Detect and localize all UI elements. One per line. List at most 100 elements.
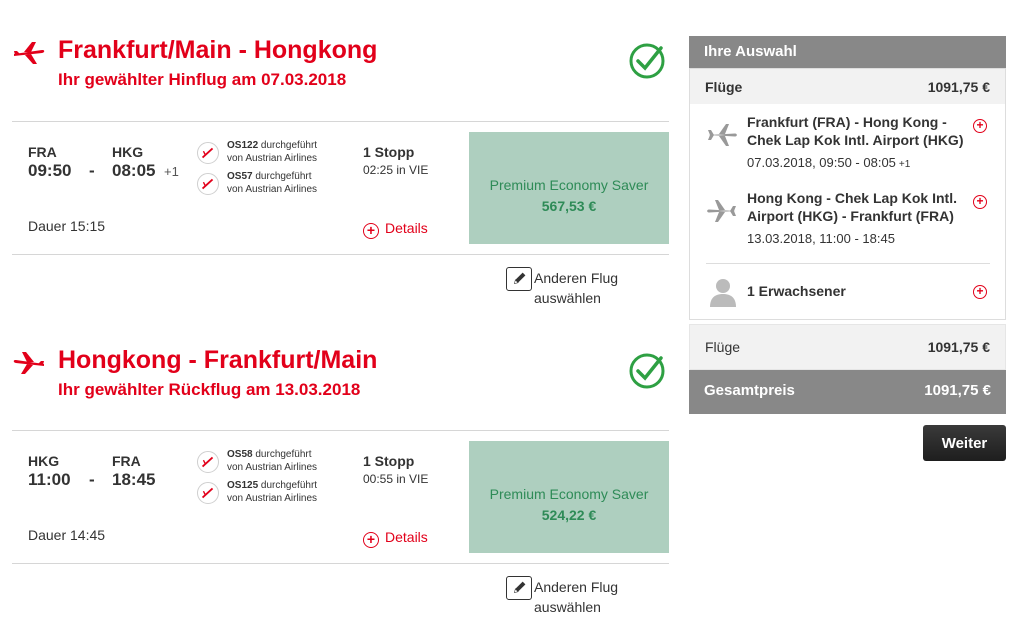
next-day-indicator: +1	[898, 159, 911, 170]
austrian-airlines-logo-icon	[197, 482, 219, 504]
sidebar-date-text: 07.03.2018, 09:50 - 08:05	[747, 155, 896, 170]
arrival-time: 08:05	[112, 161, 156, 180]
flight-number: OS122	[227, 140, 259, 151]
sidebar-route: Hong Kong - Chek Lap Kok Intl. Airport (…	[747, 190, 957, 224]
segment-operated-label: durchgeführt	[260, 480, 318, 491]
flights-label: Flüge	[705, 79, 743, 95]
fare-name: Premium Economy Saver	[489, 486, 649, 502]
flight-segment: OS57 durchgeführt von Austrian Airlines	[197, 171, 357, 197]
inbound-route-title: Hongkong - Frankfurt/Main	[58, 346, 378, 374]
expand-plus-icon[interactable]: +	[973, 285, 987, 299]
outbound-flight-block: Frankfurt/Main - Hongkong Ihr gewählter …	[0, 30, 680, 306]
fare-option-selected[interactable]: Premium Economy Saver 567,53 €	[469, 132, 669, 244]
checkmark-circle-icon	[629, 353, 665, 389]
arrival-time: 18:45	[112, 470, 156, 489]
outbound-route-subtitle: Ihr gewählter Hinflug am 07.03.2018	[58, 70, 347, 89]
summary-row: Flüge 1091,75 €	[689, 324, 1006, 370]
summary-price: 1091,75 €	[927, 339, 990, 355]
fare-price: 567,53 €	[541, 198, 597, 214]
sidebar-header: Ihre Auswahl	[689, 36, 1006, 68]
arrival-code: FRA	[112, 453, 141, 469]
inbound-route-subtitle: Ihr gewählter Rückflug am 13.03.2018	[58, 380, 361, 399]
sidebar-date: 07.03.2018, 09:50 - 08:05 +1	[747, 155, 910, 170]
arrival-code: HKG	[112, 144, 144, 160]
segment-operated-label: durchgeführt	[260, 140, 318, 151]
outbound-flight-row: FRA HKG 09:50 - 08:05 +1 Dauer 15:15 OS1…	[12, 121, 669, 255]
sidebar-segment-outbound: Frankfurt (FRA) - Hong Kong - Chek Lap K…	[690, 111, 1005, 181]
plus-circle-icon: +	[363, 223, 379, 239]
inbound-header: Hongkong - Frankfurt/Main Ihr gewählter …	[0, 340, 680, 430]
segment-operated-by: OS122 durchgeführt	[227, 140, 317, 151]
austrian-airlines-logo-icon	[197, 173, 219, 195]
departure-time: 09:50	[28, 161, 72, 180]
passenger-count: 1 Erwachsener	[747, 283, 846, 299]
flight-duration: Dauer 15:15	[28, 218, 106, 234]
departure-code: FRA	[28, 144, 57, 160]
flights-subtotal-row: Flüge 1091,75 €	[690, 69, 1005, 104]
segment-operated-label: durchgeführt	[255, 449, 312, 460]
person-icon	[710, 279, 736, 307]
inbound-flight-block: Hongkong - Frankfurt/Main Ihr gewählter …	[0, 340, 680, 615]
inbound-flight-row: HKG FRA 11:00 - 18:45 Dauer 14:45 OS58 d…	[12, 430, 669, 564]
flight-number: OS125	[227, 480, 259, 491]
segment-operated-by: OS58 durchgeführt	[227, 449, 312, 460]
segment-carrier: von Austrian Airlines	[227, 153, 318, 164]
plane-landing-icon	[13, 352, 44, 374]
fare-option-selected[interactable]: Premium Economy Saver 524,22 €	[469, 441, 669, 553]
stops-count: 1 Stopp	[363, 144, 415, 160]
change-flight-button[interactable]: Anderen Flug auswählen	[506, 266, 656, 306]
time-separator: -	[89, 470, 95, 489]
segment-carrier: von Austrian Airlines	[227, 493, 318, 504]
flight-segment: OS122 durchgeführt von Austrian Airlines	[197, 140, 357, 166]
segment-carrier: von Austrian Airlines	[227, 462, 318, 473]
total-label: Gesamtpreis	[704, 382, 795, 399]
segment-operated-by: OS125 durchgeführt	[227, 480, 317, 491]
fare-name: Premium Economy Saver	[489, 177, 649, 193]
sidebar-segment-inbound: Hong Kong - Chek Lap Kok Intl. Airport (…	[690, 187, 1005, 257]
austrian-airlines-logo-icon	[197, 451, 219, 473]
stops-count: 1 Stopp	[363, 453, 415, 469]
sidebar-date: 13.03.2018, 11:00 - 18:45	[747, 231, 895, 246]
flight-duration: Dauer 14:45	[28, 527, 106, 543]
austrian-airlines-logo-icon	[197, 142, 219, 164]
expand-plus-icon[interactable]: +	[973, 195, 987, 209]
total-row: Gesamtpreis 1091,75 €	[689, 370, 1006, 414]
details-label: Details	[385, 220, 428, 236]
time-separator: -	[89, 161, 95, 180]
plane-takeoff-icon	[14, 42, 45, 64]
change-flight-label: Anderen Flug auswählen	[534, 579, 619, 615]
next-button[interactable]: Weiter	[923, 425, 1006, 461]
expand-plus-icon[interactable]: +	[973, 119, 987, 133]
flights-price: 1091,75 €	[927, 79, 990, 95]
segment-carrier: von Austrian Airlines	[227, 184, 318, 195]
departure-code: HKG	[28, 453, 60, 469]
flight-selection-main: Frankfurt/Main - Hongkong Ihr gewählter …	[0, 0, 680, 620]
sidebar-route: Frankfurt (FRA) - Hong Kong - Chek Lap K…	[747, 114, 964, 148]
divider	[706, 263, 990, 264]
summary-label: Flüge	[705, 339, 741, 355]
flight-segment: OS58 durchgeführt von Austrian Airlines	[197, 449, 357, 475]
plus-circle-icon: +	[363, 532, 379, 548]
stop-detail: 02:25 in VIE	[363, 163, 429, 177]
plane-icon	[707, 200, 736, 222]
selection-summary-sidebar: Ihre Auswahl Flüge 1091,75 € Frankfurt (…	[689, 36, 1006, 414]
pencil-edit-icon	[506, 576, 532, 600]
segment-operated-label: durchgeführt	[255, 171, 312, 182]
passenger-row: 1 Erwachsener +	[690, 275, 1005, 311]
pencil-edit-icon	[506, 267, 532, 291]
details-link[interactable]: + Details	[363, 220, 428, 239]
segment-operated-by: OS57 durchgeführt	[227, 171, 312, 182]
sidebar-date-text: 13.03.2018, 11:00 - 18:45	[747, 231, 895, 246]
flight-segment: OS125 durchgeführt von Austrian Airlines	[197, 480, 357, 506]
stop-detail: 00:55 in VIE	[363, 472, 429, 486]
change-flight-button[interactable]: Anderen Flug auswählen	[506, 575, 656, 615]
outbound-route-title: Frankfurt/Main - Hongkong	[58, 36, 378, 64]
details-label: Details	[385, 529, 428, 545]
sidebar-flights-box: Flüge 1091,75 € Frankfurt (FRA) - Hong K…	[689, 68, 1006, 320]
fare-price: 524,22 €	[541, 507, 597, 523]
change-flight-label: Anderen Flug auswählen	[534, 270, 619, 306]
departure-time: 11:00	[28, 470, 71, 489]
details-link[interactable]: + Details	[363, 529, 428, 548]
flight-number: OS57	[227, 171, 253, 182]
total-price: 1091,75 €	[924, 382, 991, 399]
